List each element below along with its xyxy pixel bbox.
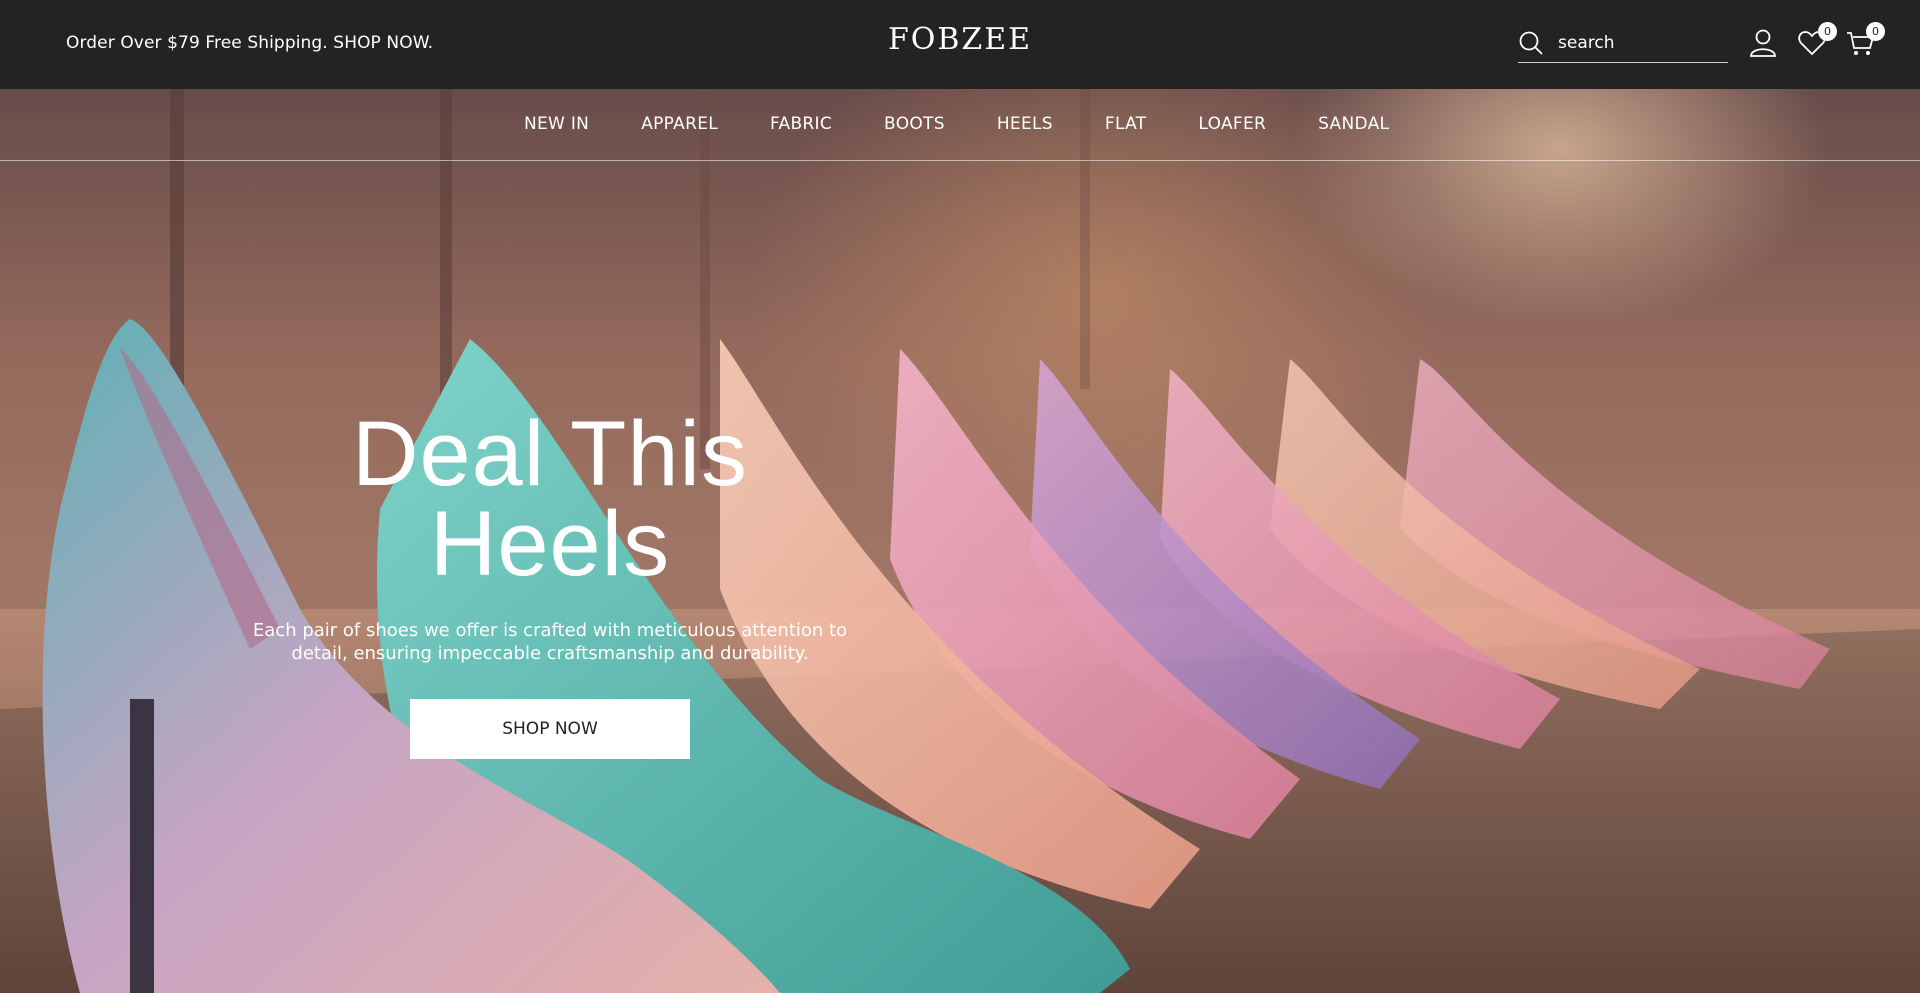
search-input[interactable] [1558,30,1718,56]
nav-item-loafer[interactable]: LOAFER [1198,114,1266,134]
wishlist-count-badge: 0 [1818,22,1837,41]
hero-title-line2: Heels [429,493,671,595]
cart-button[interactable]: 0 [1845,22,1885,58]
nav-item-flat[interactable]: FLAT [1105,114,1147,134]
nav-item-apparel[interactable]: APPAREL [641,114,718,134]
search-icon[interactable] [1518,30,1544,60]
hero-banner: NEW IN APPAREL FABRIC BOOTS HEELS FLAT L… [0,89,1920,993]
main-nav: NEW IN APPAREL FABRIC BOOTS HEELS FLAT L… [0,89,1920,161]
wishlist-button[interactable]: 0 [1797,22,1837,58]
hero-title-line1: Deal This [352,403,748,505]
nav-item-heels[interactable]: HEELS [997,114,1053,134]
nav-item-new-in[interactable]: NEW IN [524,114,589,134]
hero-subtitle: Each pair of shoes we offer is crafted w… [252,620,848,664]
top-bar: Order Over $79 Free Shipping. SHOP NOW. … [0,0,1920,89]
hero-copy: Deal This Heels Each pair of shoes we of… [240,403,860,759]
search-box [1518,26,1728,63]
cart-count-badge: 0 [1866,22,1885,41]
user-icon[interactable] [1748,28,1778,58]
nav-item-fabric[interactable]: FABRIC [770,114,832,134]
hero-title: Deal This Heels [240,403,860,595]
nav-item-sandal[interactable]: SANDAL [1318,114,1389,134]
nav-item-boots[interactable]: BOOTS [884,114,945,134]
shop-now-button[interactable]: SHOP NOW [410,699,690,759]
